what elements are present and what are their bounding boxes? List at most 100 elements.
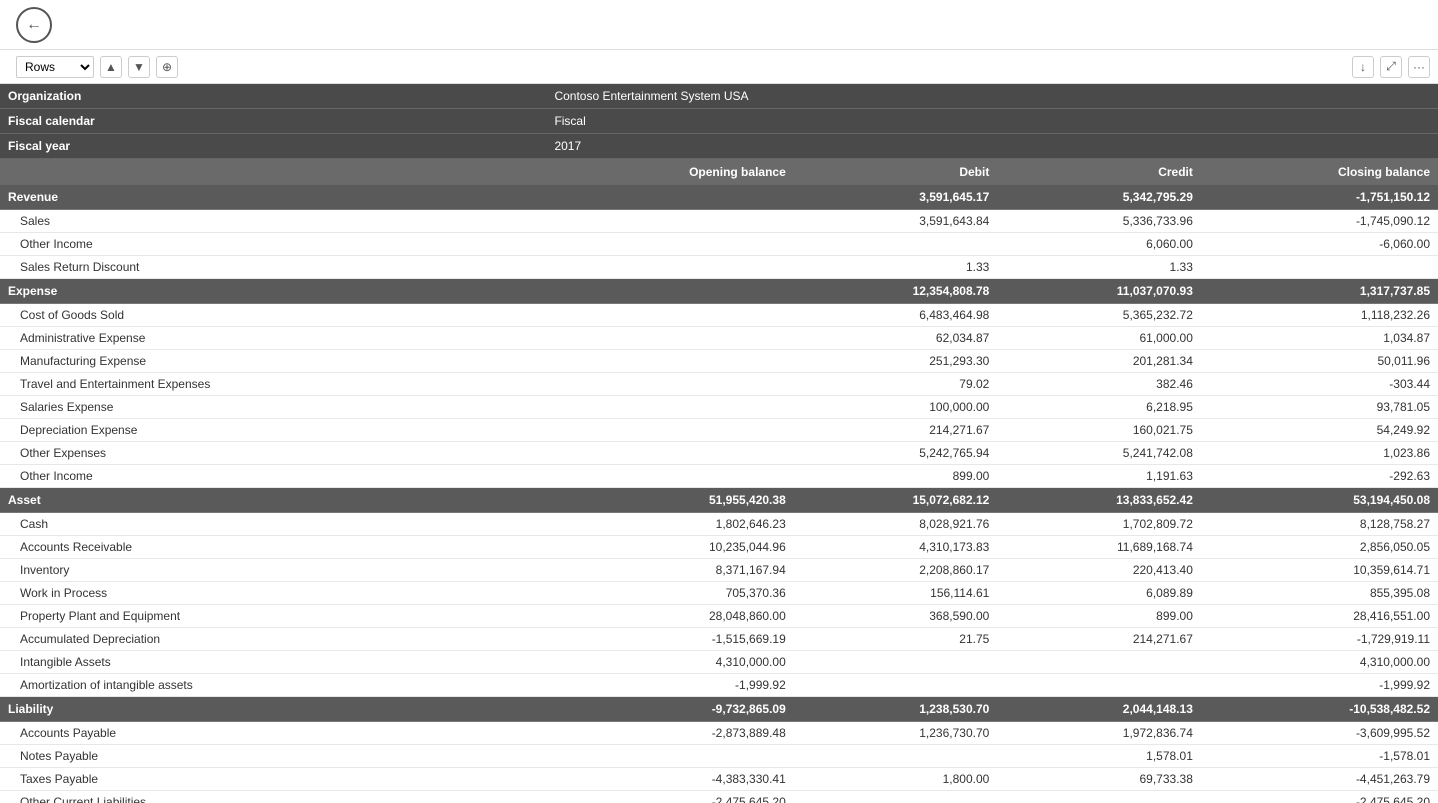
row-name: Other Income bbox=[0, 233, 546, 256]
group-col-3: -10,538,482.52 bbox=[1201, 697, 1438, 722]
row-opening bbox=[546, 419, 793, 442]
row-debit: 5,242,765.94 bbox=[794, 442, 998, 465]
drill-select[interactable]: Rows Columns bbox=[16, 56, 94, 78]
drill-up-button[interactable]: ▲ bbox=[100, 56, 122, 78]
table-row: Other Income 6,060.00 -6,060.00 bbox=[0, 233, 1438, 256]
row-debit bbox=[794, 745, 998, 768]
info-row: OrganizationContoso Entertainment System… bbox=[0, 84, 1438, 109]
row-closing: -4,451,263.79 bbox=[1201, 768, 1438, 791]
toolbar-right: ↓ ⤢ ··· bbox=[1352, 56, 1430, 78]
row-opening bbox=[546, 745, 793, 768]
info-row: Fiscal calendarFiscal bbox=[0, 109, 1438, 134]
row-opening bbox=[546, 350, 793, 373]
row-debit: 79.02 bbox=[794, 373, 998, 396]
row-name: Depreciation Expense bbox=[0, 419, 546, 442]
table-row: Amortization of intangible assets -1,999… bbox=[0, 674, 1438, 697]
table-row: Other Income 899.00 1,191.63 -292.63 bbox=[0, 465, 1438, 488]
row-name: Other Current Liabilities bbox=[0, 791, 546, 803]
row-credit: 1,702,809.72 bbox=[997, 513, 1201, 536]
table-row: Depreciation Expense 214,271.67 160,021.… bbox=[0, 419, 1438, 442]
row-debit: 1.33 bbox=[794, 256, 998, 279]
table-row: Travel and Entertainment Expenses 79.02 … bbox=[0, 373, 1438, 396]
row-name: Taxes Payable bbox=[0, 768, 546, 791]
row-debit: 100,000.00 bbox=[794, 396, 998, 419]
table-row: Sales Return Discount 1.33 1.33 bbox=[0, 256, 1438, 279]
row-closing: 2,856,050.05 bbox=[1201, 536, 1438, 559]
row-debit: 4,310,173.83 bbox=[794, 536, 998, 559]
row-debit: 899.00 bbox=[794, 465, 998, 488]
row-credit: 220,413.40 bbox=[997, 559, 1201, 582]
group-row: Revenue3,591,645.175,342,795.29-1,751,15… bbox=[0, 185, 1438, 210]
row-opening: -2,873,889.48 bbox=[546, 722, 793, 745]
table-row: Accumulated Depreciation -1,515,669.19 2… bbox=[0, 628, 1438, 651]
row-credit: 1,191.63 bbox=[997, 465, 1201, 488]
info-row: Fiscal year2017 bbox=[0, 134, 1438, 159]
row-opening bbox=[546, 256, 793, 279]
header-bar: ← bbox=[0, 0, 1438, 50]
col-header-4: Closing balance bbox=[1201, 159, 1438, 186]
row-credit: 899.00 bbox=[997, 605, 1201, 628]
row-opening bbox=[546, 210, 793, 233]
row-opening: 1,802,646.23 bbox=[546, 513, 793, 536]
row-credit: 6,218.95 bbox=[997, 396, 1201, 419]
row-debit: 6,483,464.98 bbox=[794, 304, 998, 327]
row-closing: 54,249.92 bbox=[1201, 419, 1438, 442]
row-credit: 382.46 bbox=[997, 373, 1201, 396]
row-debit: 214,271.67 bbox=[794, 419, 998, 442]
row-opening bbox=[546, 304, 793, 327]
row-debit bbox=[794, 233, 998, 256]
row-debit: 62,034.87 bbox=[794, 327, 998, 350]
row-credit: 11,689,168.74 bbox=[997, 536, 1201, 559]
row-name: Manufacturing Expense bbox=[0, 350, 546, 373]
row-credit bbox=[997, 651, 1201, 674]
group-col-0: 51,955,420.38 bbox=[546, 488, 793, 513]
fullscreen-button[interactable]: ⤢ bbox=[1380, 56, 1402, 78]
row-closing: 1,034.87 bbox=[1201, 327, 1438, 350]
table-row: Accounts Payable -2,873,889.48 1,236,730… bbox=[0, 722, 1438, 745]
row-closing: -292.63 bbox=[1201, 465, 1438, 488]
group-name: Revenue bbox=[0, 185, 546, 210]
row-closing: 8,128,758.27 bbox=[1201, 513, 1438, 536]
back-button[interactable]: ← bbox=[16, 7, 52, 43]
info-label: Fiscal calendar bbox=[0, 109, 546, 134]
group-col-1: 15,072,682.12 bbox=[794, 488, 998, 513]
row-debit: 1,236,730.70 bbox=[794, 722, 998, 745]
row-credit: 1.33 bbox=[997, 256, 1201, 279]
row-closing: -1,729,919.11 bbox=[1201, 628, 1438, 651]
row-opening bbox=[546, 233, 793, 256]
row-opening: 28,048,860.00 bbox=[546, 605, 793, 628]
row-credit: 1,578.01 bbox=[997, 745, 1201, 768]
row-debit: 3,591,643.84 bbox=[794, 210, 998, 233]
row-closing: -1,999.92 bbox=[1201, 674, 1438, 697]
row-credit: 6,089.89 bbox=[997, 582, 1201, 605]
row-debit: 21.75 bbox=[794, 628, 998, 651]
table-row: Other Current Liabilities -2,475,645.20 … bbox=[0, 791, 1438, 803]
download-button[interactable]: ↓ bbox=[1352, 56, 1374, 78]
row-name: Salaries Expense bbox=[0, 396, 546, 419]
table-row: Accounts Receivable 10,235,044.96 4,310,… bbox=[0, 536, 1438, 559]
info-label: Fiscal year bbox=[0, 134, 546, 159]
expand-button[interactable]: ⊕ bbox=[156, 56, 178, 78]
table-row: Cost of Goods Sold 6,483,464.98 5,365,23… bbox=[0, 304, 1438, 327]
row-opening: 8,371,167.94 bbox=[546, 559, 793, 582]
group-col-0 bbox=[546, 279, 793, 304]
row-opening: -1,999.92 bbox=[546, 674, 793, 697]
row-closing: -6,060.00 bbox=[1201, 233, 1438, 256]
row-credit: 6,060.00 bbox=[997, 233, 1201, 256]
table-row: Inventory 8,371,167.94 2,208,860.17 220,… bbox=[0, 559, 1438, 582]
row-credit: 5,241,742.08 bbox=[997, 442, 1201, 465]
row-closing: -1,578.01 bbox=[1201, 745, 1438, 768]
row-closing: 10,359,614.71 bbox=[1201, 559, 1438, 582]
group-row: Liability-9,732,865.091,238,530.702,044,… bbox=[0, 697, 1438, 722]
info-label: Organization bbox=[0, 84, 546, 109]
more-options-button[interactable]: ··· bbox=[1408, 56, 1430, 78]
row-credit: 1,972,836.74 bbox=[997, 722, 1201, 745]
drill-down-button[interactable]: ▼ bbox=[128, 56, 150, 78]
row-credit: 5,336,733.96 bbox=[997, 210, 1201, 233]
row-name: Sales Return Discount bbox=[0, 256, 546, 279]
row-credit: 61,000.00 bbox=[997, 327, 1201, 350]
row-opening: 705,370.36 bbox=[546, 582, 793, 605]
group-col-2: 5,342,795.29 bbox=[997, 185, 1201, 210]
row-credit: 201,281.34 bbox=[997, 350, 1201, 373]
group-col-3: -1,751,150.12 bbox=[1201, 185, 1438, 210]
